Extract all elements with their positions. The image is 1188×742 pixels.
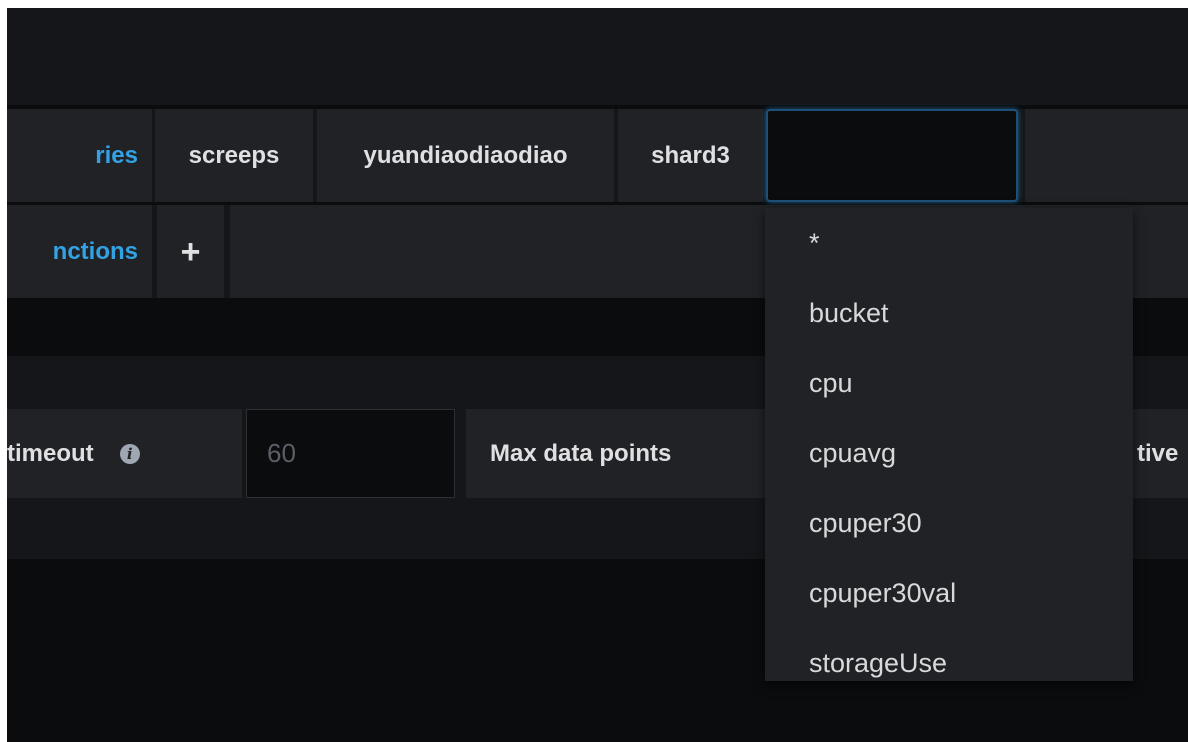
timeout-label: timeout <box>7 439 94 467</box>
series-row-filler <box>1025 109 1188 202</box>
functions-label: nctions <box>7 205 152 298</box>
dropdown-item[interactable]: cpuavg <box>765 418 1133 488</box>
max-data-points-label: Max data points <box>490 439 672 467</box>
dropdown-item[interactable]: * <box>765 208 1133 278</box>
segment-yuandiaodiaodiao[interactable]: yuandiaodiaodiao <box>317 109 614 202</box>
timeout-input[interactable]: 60 <box>246 409 455 498</box>
series-label: ries <box>7 109 152 202</box>
panel-header <box>7 8 1188 105</box>
segment-shard3[interactable]: shard3 <box>618 109 763 202</box>
dropdown-item[interactable]: cpu <box>765 348 1133 418</box>
segment-input[interactable] <box>766 109 1018 202</box>
dropdown-item[interactable]: cpuper30val <box>765 558 1133 628</box>
segment-screeps[interactable]: screeps <box>155 109 313 202</box>
segment-autocomplete-dropdown: * bucket cpu cpuavg cpuper30 cpuper30val… <box>765 208 1133 681</box>
truncated-label: tive <box>1133 409 1188 498</box>
dropdown-item[interactable]: bucket <box>765 278 1133 348</box>
info-icon[interactable]: i <box>119 443 140 464</box>
query-editor-frame: ries screeps yuandiaodiaodiao shard3 nct… <box>7 8 1188 742</box>
add-function-button[interactable]: + <box>157 205 224 298</box>
dropdown-item[interactable]: storageUse <box>765 628 1133 698</box>
series-row: ries screeps yuandiaodiaodiao shard3 <box>7 109 1188 202</box>
timeout-label-segment: timeout i <box>7 409 242 498</box>
dropdown-item[interactable]: cpuper30 <box>765 488 1133 558</box>
plus-icon: + <box>180 232 201 271</box>
